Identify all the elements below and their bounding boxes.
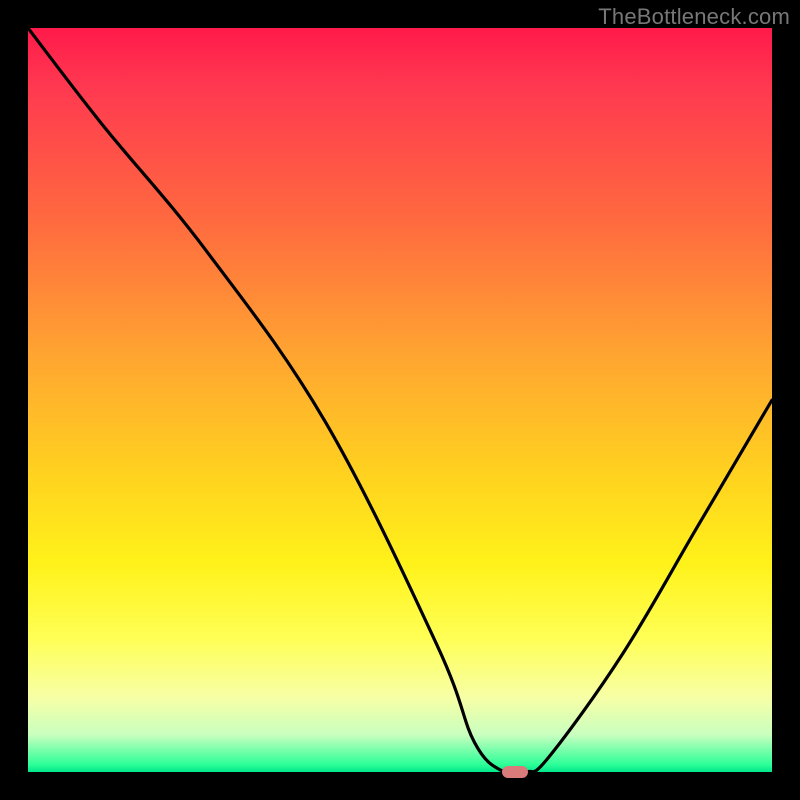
curve-path xyxy=(28,28,772,772)
optimal-marker xyxy=(502,766,528,778)
chart-frame: TheBottleneck.com xyxy=(0,0,800,800)
plot-area xyxy=(28,28,772,772)
bottleneck-curve xyxy=(28,28,772,772)
watermark-text: TheBottleneck.com xyxy=(598,4,790,30)
